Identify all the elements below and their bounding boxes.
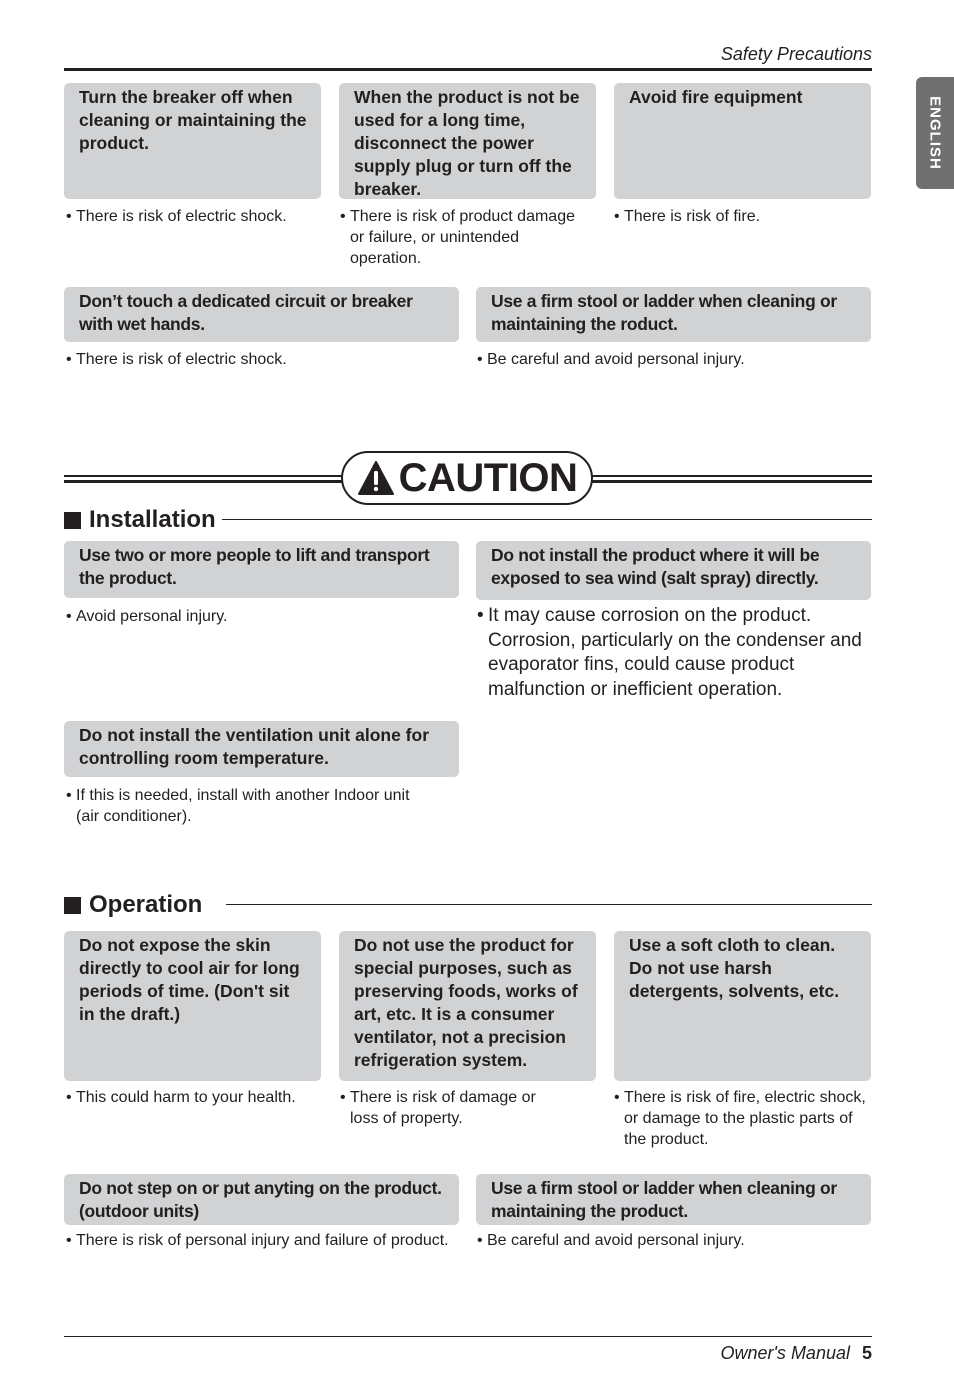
warning-box: Use a firm stool or ladder when cleaning… (476, 287, 871, 342)
bullet-icon: • (477, 1232, 483, 1249)
caution-note: • There is risk of damage or loss of prop… (340, 1089, 536, 1127)
warning-box: Turn the breaker off when cleaning or ma… (64, 83, 321, 199)
caution-note: • There is risk of fire, electric shock, … (614, 1089, 866, 1148)
bullet-icon: • (477, 605, 484, 626)
square-bullet-icon (64, 511, 81, 529)
warning-note: • There is risk of electric shock. (66, 208, 287, 225)
language-tab: ENGLISH (916, 77, 954, 189)
caution-note: • There is risk of personal injury and fa… (66, 1232, 449, 1249)
caution-banner: CAUTION (341, 451, 593, 505)
bullet-icon: • (66, 787, 72, 804)
caution-note: • If this is needed, install with another… (66, 787, 410, 825)
caution-note: • Be careful and avoid personal injury. (477, 1232, 745, 1249)
caution-note: • This could harm to your health. (66, 1089, 296, 1106)
warning-box: Don’t touch a dedicated circuit or break… (64, 287, 459, 342)
warning-note: • There is risk of product damage or fail… (340, 208, 575, 267)
footer-rule (64, 1336, 872, 1337)
bullet-icon: • (477, 351, 483, 368)
caution-box: Use a soft cloth to clean. Do not use ha… (614, 931, 871, 1081)
bullet-icon: • (66, 351, 72, 368)
section-heading-operation: Operation (64, 891, 202, 919)
bullet-icon: • (66, 208, 72, 225)
bullet-icon: • (66, 1089, 72, 1106)
language-tab-label: ENGLISH (926, 96, 944, 170)
bullet-icon: • (66, 1232, 72, 1249)
section-rule (226, 904, 872, 905)
caution-box: Do not use the product for special purpo… (339, 931, 596, 1081)
caution-label: CAUTION (398, 455, 578, 500)
footer-label: Owner's Manual (720, 1343, 850, 1363)
caution-rule-right (592, 475, 872, 477)
section-heading-installation: Installation (64, 506, 216, 534)
caution-rule-right (592, 480, 872, 483)
bullet-icon: • (614, 208, 620, 225)
running-header: Safety Precautions (720, 44, 872, 64)
caution-box: Do not install the ventilation unit alon… (64, 721, 459, 777)
square-bullet-icon (64, 896, 81, 914)
caution-box: Use a firm stool or ladder when cleaning… (476, 1174, 871, 1225)
caution-box: Do not expose the skin directly to cool … (64, 931, 321, 1081)
bullet-icon: • (66, 608, 72, 625)
caution-rule-left (64, 480, 342, 483)
warning-note: • There is risk of fire. (614, 208, 761, 225)
caution-note: • It may cause corrosion on the product. … (477, 605, 862, 700)
caution-note: • Avoid personal injury. (66, 608, 228, 625)
warning-note: • Be careful and avoid personal injury. (477, 351, 745, 368)
page-number: 5 (861, 1343, 872, 1363)
caution-box: Use two or more people to lift and trans… (64, 541, 459, 598)
warning-note: • There is risk of electric shock. (66, 351, 287, 368)
header-rule (64, 68, 872, 71)
footer: Owner's Manual 5 (720, 1343, 872, 1364)
warning-box: When the product is not be used for a lo… (339, 83, 596, 199)
bullet-icon: • (340, 1089, 346, 1106)
caution-rule-left (64, 475, 342, 477)
warning-triangle-icon (357, 461, 394, 495)
warning-box: Avoid fire equipment (614, 83, 871, 199)
bullet-icon: • (340, 208, 346, 225)
caution-box: Do not install the product where it will… (476, 541, 871, 600)
caution-box: Do not step on or put anyting on the pro… (64, 1174, 459, 1225)
section-rule (222, 519, 872, 520)
bullet-icon: • (614, 1089, 620, 1106)
